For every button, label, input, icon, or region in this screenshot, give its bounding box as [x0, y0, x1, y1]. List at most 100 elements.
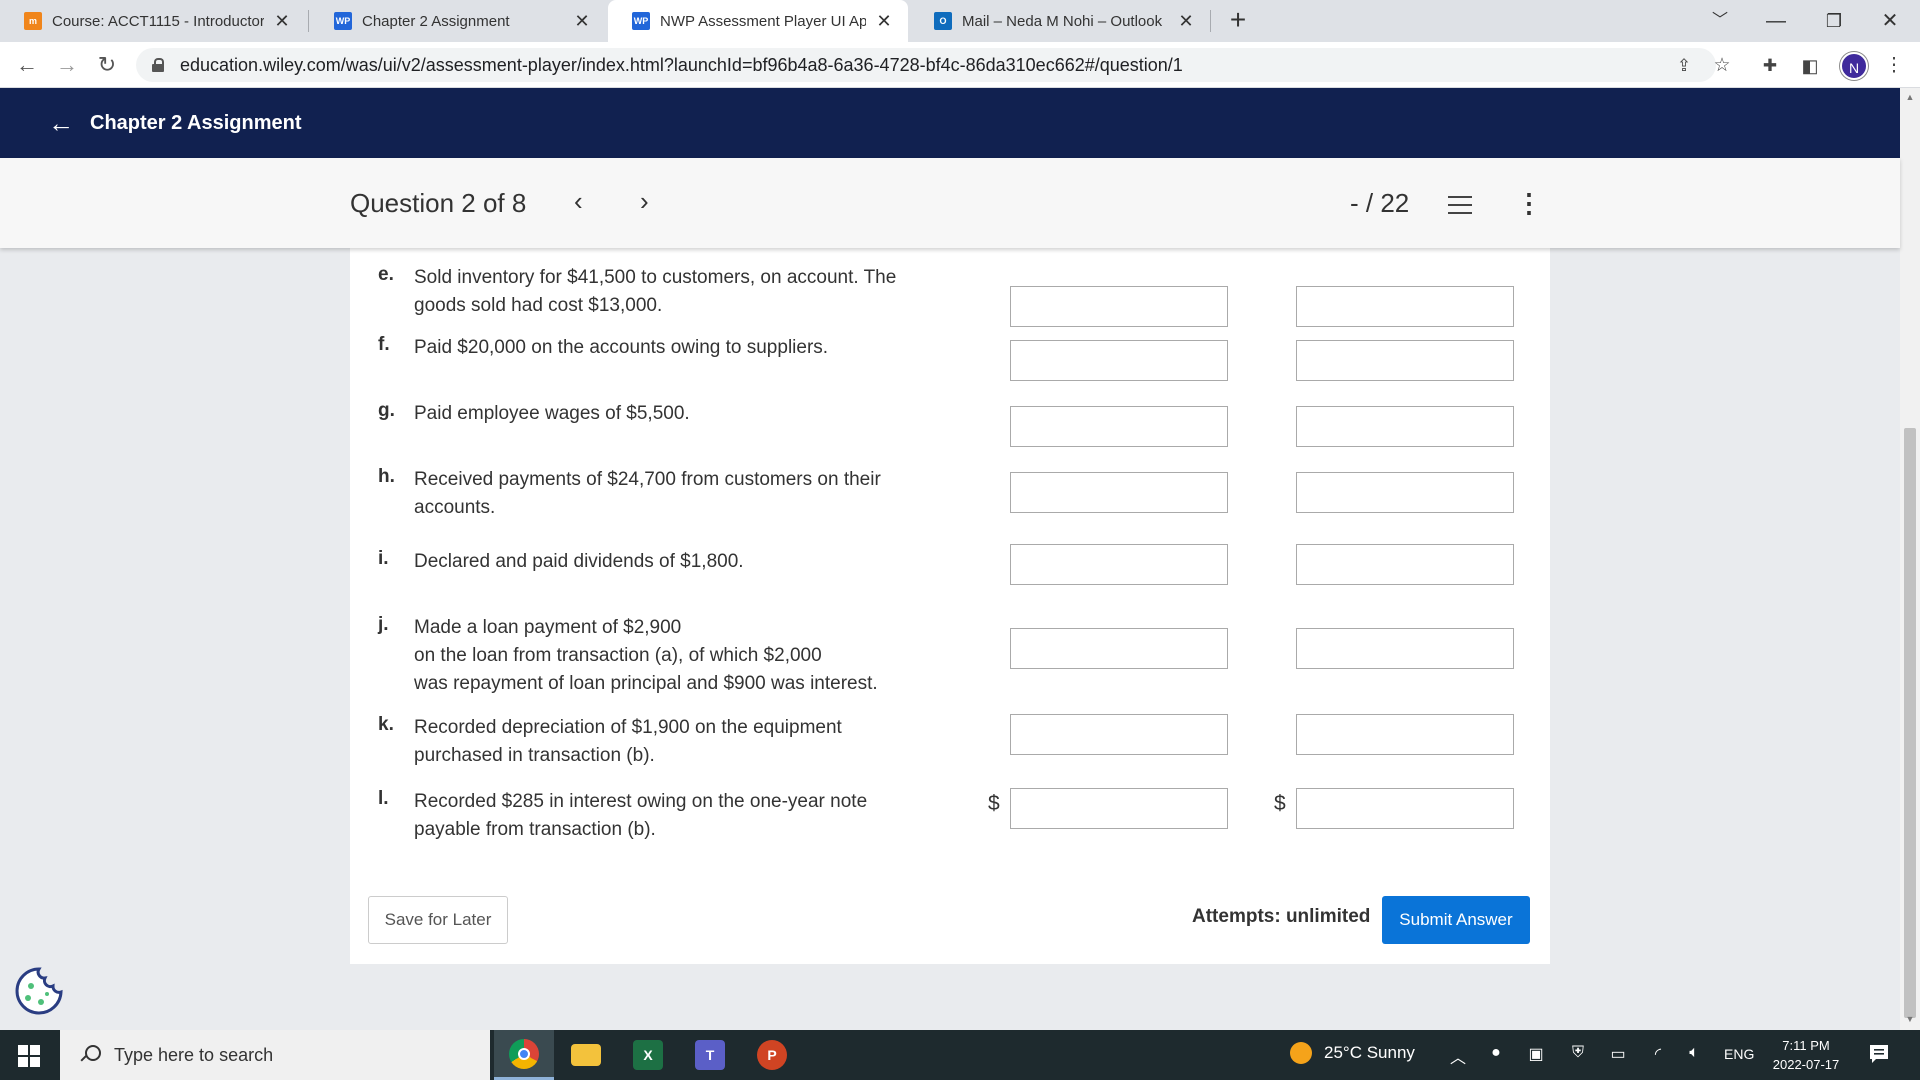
- chrome-icon: [509, 1038, 539, 1069]
- outlook-icon: O: [934, 12, 952, 30]
- wp-icon: WP: [334, 12, 352, 30]
- scroll-up-arrow-icon[interactable]: ▲: [1904, 92, 1916, 102]
- battery-icon[interactable]: ▭: [1606, 1044, 1630, 1064]
- question-content: e. Sold inventory for $41,500 to custome…: [350, 248, 1550, 964]
- question-counter: Question 2 of 8: [350, 188, 527, 218]
- transaction-letter: k.: [378, 714, 394, 735]
- address-bar[interactable]: education.wiley.com/was/ui/v2/assessment…: [136, 48, 1716, 82]
- powerpoint-taskbar-app[interactable]: P: [742, 1030, 802, 1080]
- teams-taskbar-app[interactable]: T: [680, 1030, 740, 1080]
- tab-outlook-mail[interactable]: O Mail – Neda M Nohi – Outlook ✕: [910, 0, 1210, 42]
- browser-toolbar: ← → ↻ education.wiley.com/was/ui/v2/asse…: [0, 42, 1920, 88]
- tab-title: Course: ACCT1115 - Introductory: [52, 12, 264, 30]
- tab-search-chevron-icon[interactable]: ﹀: [1700, 4, 1740, 38]
- tray-device-icon[interactable]: ▣: [1524, 1044, 1548, 1064]
- close-icon[interactable]: ✕: [1176, 11, 1196, 32]
- dollar-sign: $: [1274, 792, 1286, 815]
- volume-icon[interactable]: 🔈︎: [1682, 1044, 1706, 1062]
- close-icon[interactable]: ✕: [874, 11, 894, 32]
- credit-input[interactable]: [1296, 340, 1514, 381]
- notification-icon[interactable]: [1868, 1043, 1890, 1065]
- side-panel-icon[interactable]: ◧: [1796, 52, 1824, 80]
- tray-app-icon[interactable]: ●: [1484, 1044, 1508, 1062]
- transaction-letter: g.: [378, 400, 395, 421]
- debit-input[interactable]: [1010, 714, 1228, 755]
- page-scrollbar-thumb[interactable]: [1904, 428, 1916, 1018]
- credit-input[interactable]: [1296, 472, 1514, 513]
- search-placeholder: Type here to search: [114, 1044, 274, 1065]
- score-display: - / 22: [1350, 188, 1410, 218]
- browser-menu-icon[interactable]: ⋮: [1880, 52, 1908, 80]
- more-options-icon[interactable]: ⋮: [1516, 188, 1542, 219]
- attempts-label: Attempts: unlimited: [1192, 906, 1371, 927]
- dollar-sign: $: [988, 792, 1000, 815]
- moodle-icon: m: [24, 12, 42, 30]
- bookmark-star-icon[interactable]: ☆: [1708, 52, 1736, 80]
- taskbar-clock[interactable]: 7:11 PM 2022-07-17: [1770, 1036, 1842, 1074]
- wifi-icon[interactable]: ◜: [1646, 1044, 1670, 1064]
- transaction-description: Sold inventory for $41,500 to customers,…: [414, 267, 897, 316]
- cookie-settings-icon[interactable]: [14, 966, 64, 1016]
- weather-text: 25°C Sunny: [1324, 1043, 1415, 1062]
- submit-answer-button[interactable]: Submit Answer: [1382, 896, 1530, 944]
- credit-input[interactable]: [1296, 714, 1514, 755]
- tab-chapter-2[interactable]: WP Chapter 2 Assignment ✕: [310, 0, 606, 42]
- new-tab-button[interactable]: +: [1222, 4, 1254, 38]
- debit-input[interactable]: [1010, 406, 1228, 447]
- tab-separator: [308, 10, 309, 32]
- chrome-taskbar-app[interactable]: [494, 1030, 554, 1080]
- back-arrow-icon[interactable]: ←: [12, 50, 42, 80]
- transaction-description: Received payments of $24,700 from custom…: [414, 469, 881, 518]
- reload-icon[interactable]: ↻: [92, 50, 122, 80]
- restore-icon[interactable]: ❐: [1814, 4, 1854, 38]
- taskbar-search-box[interactable]: Type here to search: [60, 1030, 490, 1080]
- credit-input[interactable]: [1296, 628, 1514, 669]
- debit-input[interactable]: [1010, 340, 1228, 381]
- app-header: ← Chapter 2 Assignment: [0, 88, 1900, 158]
- tab-title: NWP Assessment Player UI Appli: [660, 12, 866, 30]
- extensions-puzzle-icon[interactable]: ✚: [1756, 52, 1784, 80]
- excel-icon: X: [633, 1040, 663, 1070]
- clock-date: 2022-07-17: [1772, 1057, 1840, 1072]
- credit-input[interactable]: [1296, 406, 1514, 447]
- transaction-letter: l.: [378, 788, 389, 809]
- debit-input[interactable]: [1010, 544, 1228, 585]
- debit-input[interactable]: [1010, 628, 1228, 669]
- tray-chevron-up-icon[interactable]: ︿: [1446, 1044, 1470, 1068]
- back-arrow-icon[interactable]: ←: [48, 108, 74, 139]
- wp-icon: WP: [632, 12, 650, 30]
- transaction-letter: h.: [378, 466, 395, 487]
- window-close-icon[interactable]: ✕: [1870, 4, 1910, 38]
- debit-input[interactable]: [1010, 472, 1228, 513]
- credit-input[interactable]: [1296, 788, 1514, 829]
- tab-title: Chapter 2 Assignment: [362, 12, 510, 30]
- next-question-chevron-icon[interactable]: ›: [640, 186, 649, 217]
- tab-nwp-player[interactable]: WP NWP Assessment Player UI Appli ✕: [608, 0, 908, 42]
- url-text: education.wiley.com/was/ui/v2/assessment…: [180, 54, 1183, 75]
- weather-widget[interactable]: 25°C Sunny: [1290, 1042, 1415, 1064]
- tab-separator: [1210, 10, 1211, 32]
- close-icon[interactable]: ✕: [572, 11, 592, 32]
- minimize-icon[interactable]: —: [1756, 4, 1796, 38]
- question-list-icon[interactable]: [1448, 194, 1472, 216]
- windows-start-icon[interactable]: [18, 1045, 40, 1067]
- transaction-description: Recorded depreciation of $1,900 on the e…: [414, 717, 842, 766]
- security-shield-icon[interactable]: ⛨: [1566, 1044, 1590, 1062]
- language-indicator[interactable]: ENG: [1724, 1046, 1754, 1062]
- browser-tab-strip: m Course: ACCT1115 - Introductory ✕ WP C…: [0, 0, 1920, 42]
- save-for-later-button[interactable]: Save for Later: [368, 896, 508, 944]
- credit-input[interactable]: [1296, 544, 1514, 585]
- tab-course[interactable]: m Course: ACCT1115 - Introductory ✕: [0, 0, 306, 42]
- scroll-down-arrow-icon[interactable]: ▼: [1904, 1014, 1916, 1024]
- share-icon[interactable]: ⇪: [1670, 52, 1698, 80]
- close-icon[interactable]: ✕: [272, 11, 292, 32]
- credit-input[interactable]: [1296, 286, 1514, 327]
- debit-input[interactable]: [1010, 286, 1228, 327]
- excel-taskbar-app[interactable]: X: [618, 1030, 678, 1080]
- debit-input[interactable]: [1010, 788, 1228, 829]
- forward-arrow-icon[interactable]: →: [52, 50, 82, 80]
- previous-question-chevron-icon[interactable]: ‹: [574, 186, 583, 217]
- file-explorer-taskbar-app[interactable]: [556, 1030, 616, 1080]
- profile-avatar[interactable]: N: [1840, 52, 1868, 80]
- transaction-letter: e.: [378, 264, 394, 285]
